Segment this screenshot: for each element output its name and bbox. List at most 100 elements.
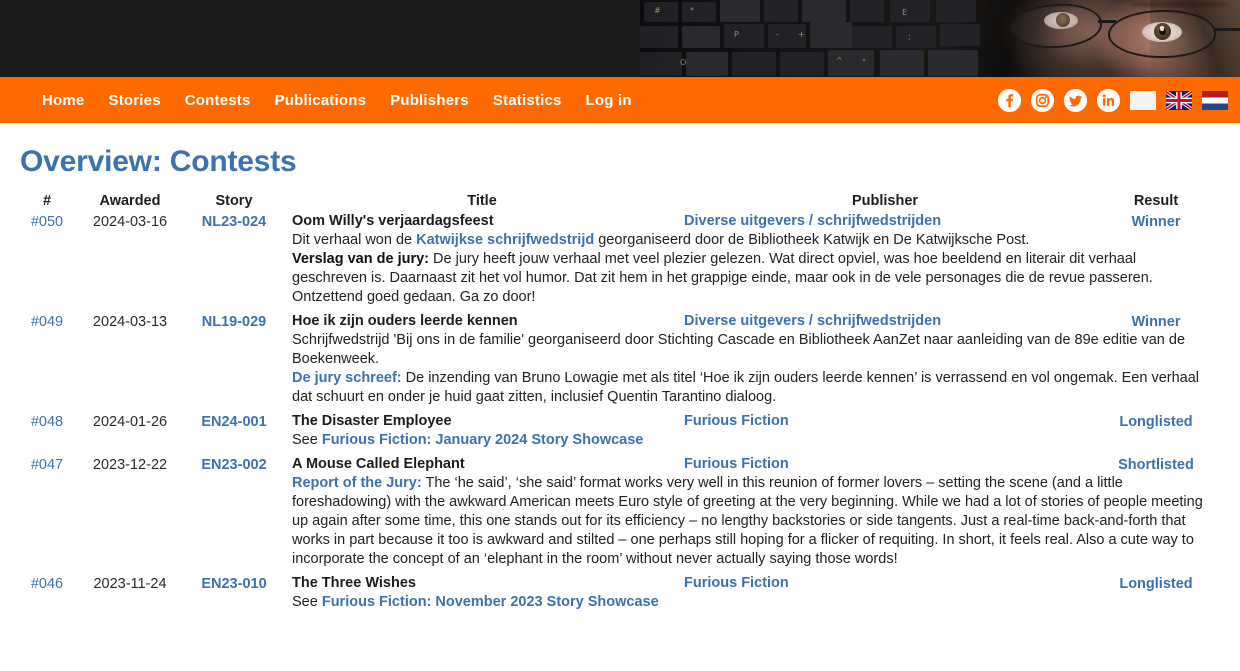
contest-link[interactable]: Katwijkse schrijfwedstrijd <box>416 232 594 248</box>
row-awarded-date: 2024-03-13 <box>92 314 168 330</box>
instagram-icon[interactable] <box>1031 88 1054 112</box>
row-awarded-date: 2024-03-16 <box>92 214 168 230</box>
nav-item-stories[interactable]: Stories <box>96 92 172 109</box>
row-awarded-date: 2023-12-22 <box>92 457 168 473</box>
col-header-result: Result <box>1133 193 1179 209</box>
row-result-link[interactable]: Longlisted <box>1119 576 1192 592</box>
nav-item-publishers[interactable]: Publishers <box>378 92 481 109</box>
page-content: Overview: Contests # Awarded Story Title… <box>0 145 1240 618</box>
row-result-link[interactable]: Shortlisted <box>1118 457 1194 473</box>
facebook-icon[interactable] <box>998 88 1021 112</box>
row-number-link[interactable]: #050 <box>31 214 63 230</box>
row-description: Dit verhaal won de Katwijkse schrijfweds… <box>284 230 1222 313</box>
row-publisher: Furious Fiction <box>680 575 1090 592</box>
nav-item-contests[interactable]: Contests <box>173 92 263 109</box>
nav-links: Home Stories Contests Publications Publi… <box>0 92 644 109</box>
row-number: #050 <box>18 213 76 230</box>
main-navigation: Home Stories Contests Publications Publi… <box>0 77 1240 123</box>
col-header-title: Title <box>467 193 497 209</box>
jury-report-label: De jury schreef: <box>292 370 402 386</box>
row-description: Report of the Jury: The ‘he said’, ‘she … <box>284 473 1222 575</box>
col-header-awarded: Awarded <box>99 193 161 209</box>
twitter-icon[interactable] <box>1064 88 1087 112</box>
table-row-description: See Furious Fiction: January 2024 Story … <box>18 430 1222 456</box>
description-paragraph-2: Report of the Jury: The ‘he said’, ‘she … <box>292 474 1214 569</box>
row-story-link[interactable]: NL23-024 <box>202 214 266 230</box>
site-banner: # * P - + O ^ ° E ; <box>0 0 1240 77</box>
row-result-link[interactable]: Winner <box>1131 214 1180 230</box>
row-publisher: Furious Fiction <box>680 413 1090 430</box>
row-description: See Furious Fiction: January 2024 Story … <box>284 430 1222 456</box>
table-row: #047 2023-12-22 EN23-002 A Mouse Called … <box>18 456 1222 473</box>
row-story-code: EN23-010 <box>184 575 284 592</box>
row-number-link[interactable]: #046 <box>31 576 63 592</box>
desc-pre-text: Schrijfwedstrijd 'Bij ons in de familie'… <box>292 332 1186 367</box>
row-result: Winner <box>1090 213 1222 230</box>
row-number: #048 <box>18 413 76 430</box>
row-story-link[interactable]: EN23-002 <box>201 457 266 473</box>
row-story-link[interactable]: EN24-001 <box>201 414 266 430</box>
banner-photo: # * P - + O ^ ° E ; <box>640 0 1240 77</box>
showcase-link[interactable]: Furious Fiction: January 2024 Story Show… <box>322 432 644 448</box>
row-number-link[interactable]: #049 <box>31 314 63 330</box>
see-also-line: See Furious Fiction: November 2023 Story… <box>292 593 1214 612</box>
see-prefix: See <box>292 432 322 448</box>
row-awarded-date: 2024-01-26 <box>92 414 168 430</box>
jury-report-label: Verslag van de jury: <box>292 251 430 267</box>
table-row-description: Schrijfwedstrijd 'Bij ons in de familie'… <box>18 330 1222 413</box>
row-result: Shortlisted <box>1090 456 1222 473</box>
row-title: The Three Wishes <box>292 575 416 591</box>
row-publisher: Diverse uitgevers / schrijfwedstrijden <box>680 213 1090 230</box>
jury-report-label: Report of the Jury: <box>292 475 422 491</box>
row-number: #047 <box>18 456 76 473</box>
row-publisher-link[interactable]: Furious Fiction <box>684 413 789 429</box>
description-paragraph-1: Schrijfwedstrijd 'Bij ons in de familie'… <box>292 331 1214 369</box>
desc-post-text: georganiseerd door de Bibliotheek Katwij… <box>594 232 1030 248</box>
row-title: The Disaster Employee <box>292 413 452 429</box>
row-title: A Mouse Called Elephant <box>292 456 465 472</box>
nav-item-log-in[interactable]: Log in <box>574 92 644 109</box>
nav-item-home[interactable]: Home <box>30 92 96 109</box>
blank-flag-icon[interactable] <box>1130 90 1156 110</box>
row-story-code: NL19-029 <box>184 313 284 330</box>
row-publisher-link[interactable]: Diverse uitgevers / schrijfwedstrijden <box>684 313 941 329</box>
row-story-link[interactable]: NL19-029 <box>202 314 266 330</box>
table-header-row: # Awarded Story Title Publisher Result <box>18 193 1222 213</box>
row-number-link[interactable]: #048 <box>31 414 63 430</box>
jury-report-text: The ‘he said’, ‘she said’ format works v… <box>292 475 1203 567</box>
col-header-story: Story <box>215 193 253 209</box>
flag-uk-icon[interactable] <box>1166 90 1192 110</box>
row-publisher-link[interactable]: Furious Fiction <box>684 456 789 472</box>
linkedin-icon[interactable] <box>1097 88 1120 112</box>
flag-nl-icon[interactable] <box>1202 90 1228 110</box>
description-paragraph-2: De jury schreef: De inzending van Bruno … <box>292 369 1214 407</box>
desc-pre-text: Dit verhaal won de <box>292 232 417 248</box>
nav-item-statistics[interactable]: Statistics <box>481 92 574 109</box>
description-paragraph-2: Verslag van de jury: De jury heeft jouw … <box>292 250 1214 307</box>
row-description: See Furious Fiction: November 2023 Story… <box>284 592 1222 618</box>
row-result-link[interactable]: Winner <box>1131 314 1180 330</box>
see-also-line: See Furious Fiction: January 2024 Story … <box>292 431 1214 450</box>
table-row-description: See Furious Fiction: November 2023 Story… <box>18 592 1222 618</box>
row-title: Oom Willy's verjaardagsfeest <box>292 213 494 229</box>
showcase-link[interactable]: Furious Fiction: November 2023 Story Sho… <box>322 594 659 610</box>
table-row-description: Report of the Jury: The ‘he said’, ‘she … <box>18 473 1222 575</box>
row-result: Winner <box>1090 313 1222 330</box>
table-row: #048 2024-01-26 EN24-001 The Disaster Em… <box>18 413 1222 430</box>
jury-report-text: De inzending van Bruno Lowagie met als t… <box>292 370 1200 405</box>
row-awarded-date: 2023-11-24 <box>93 576 167 592</box>
row-publisher-link[interactable]: Furious Fiction <box>684 575 789 591</box>
nav-icon-group <box>998 77 1228 123</box>
row-publisher-link[interactable]: Diverse uitgevers / schrijfwedstrijden <box>684 213 941 229</box>
row-result: Longlisted <box>1090 575 1222 592</box>
row-number-link[interactable]: #047 <box>31 457 63 473</box>
row-result-link[interactable]: Longlisted <box>1119 414 1192 430</box>
row-story-code: NL23-024 <box>184 213 284 230</box>
row-story-link[interactable]: EN23-010 <box>201 576 266 592</box>
page-title: Overview: Contests <box>20 145 297 178</box>
col-header-publisher: Publisher <box>851 193 919 209</box>
row-number: #049 <box>18 313 76 330</box>
nav-item-publications[interactable]: Publications <box>263 92 379 109</box>
see-prefix: See <box>292 594 322 610</box>
row-publisher: Furious Fiction <box>680 456 1090 473</box>
